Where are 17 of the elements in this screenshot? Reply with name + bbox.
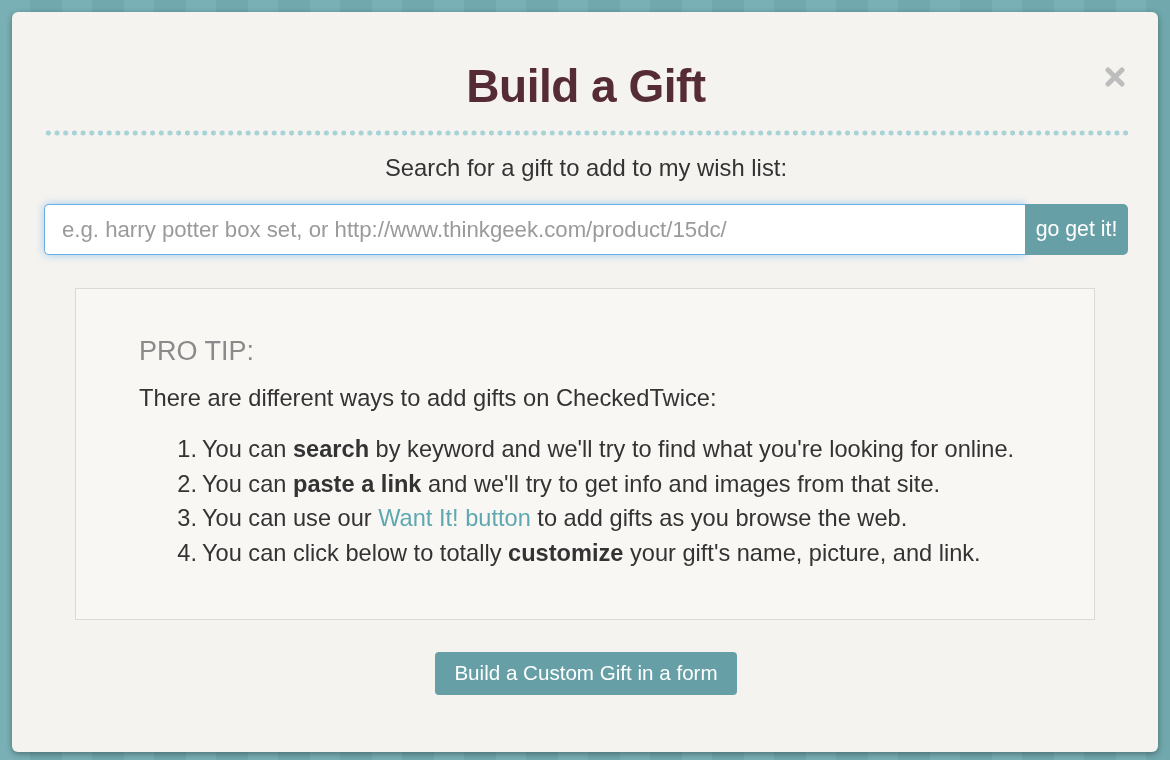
custom-gift-button[interactable]: Build a Custom Gift in a form (435, 651, 737, 695)
list-number: 3. (176, 504, 197, 534)
list-item-text: You can use our Want It! button to add gifts as you browse the web. (202, 504, 909, 534)
search-label: Search for a gift to add to my wish list: (383, 154, 789, 182)
close-icon[interactable] (1105, 67, 1125, 87)
dialog-title: Build a Gift (466, 59, 706, 114)
want-it-link[interactable]: Want It! button (378, 505, 531, 532)
list-item-text: You can click below to totally customize your gift's name, picture, and link. (202, 539, 982, 569)
list-number: 2. (176, 469, 197, 499)
list-number: 4. (176, 539, 197, 569)
search-field[interactable]: e.g. harry potter box set, or http://www.thinkgeek.com/product/15dc/ (44, 204, 1025, 255)
list-item-text: You can paste a link and we'll try to get info and images from that site. (202, 469, 942, 499)
tip-heading: PRO TIP: (139, 336, 256, 366)
search-button[interactable]: go get it! (1025, 204, 1128, 255)
list-item-text: You can search by keyword and we'll try to find what you're looking for online. (202, 435, 1016, 464)
list-number: 1. (176, 435, 197, 464)
tip-intro: There are different ways to add gifts on CheckedTwice: (139, 384, 718, 412)
